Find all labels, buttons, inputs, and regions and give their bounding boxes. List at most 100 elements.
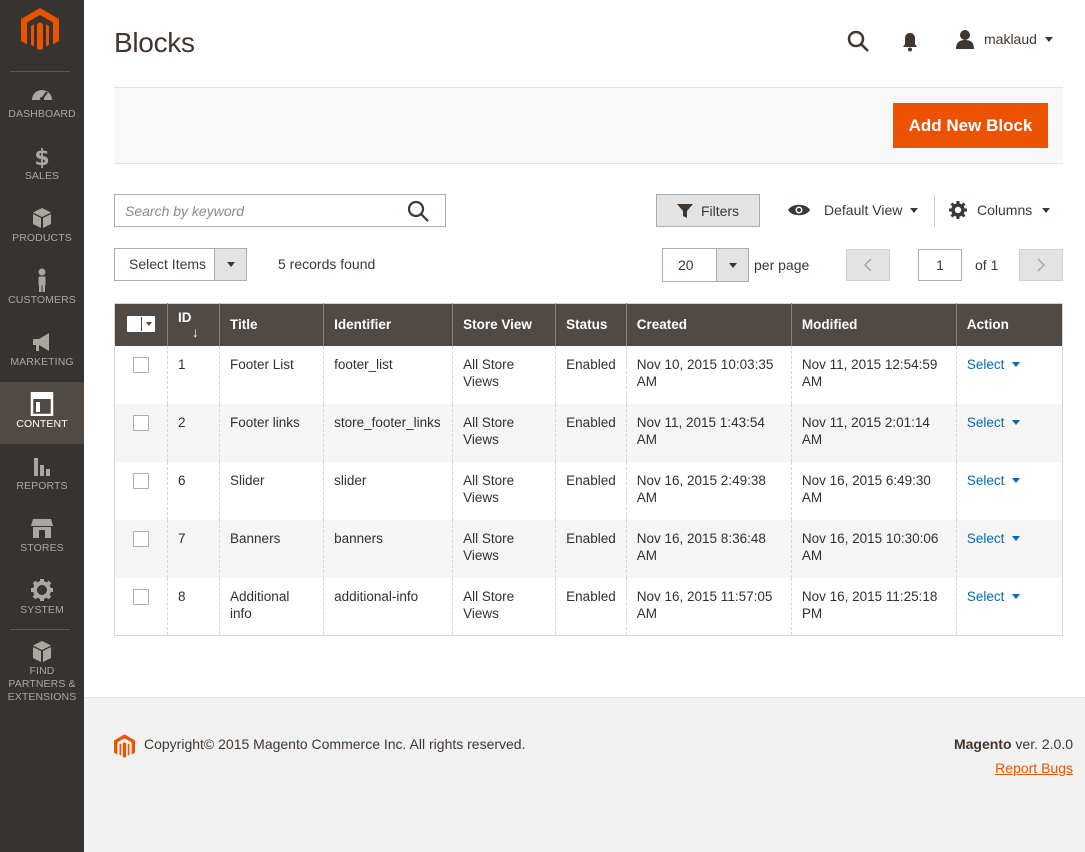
sidebar-item-reports[interactable]: REPORTS xyxy=(0,454,84,516)
per-page-label: per page xyxy=(754,257,810,273)
row-action-select[interactable]: Select xyxy=(967,472,1021,489)
sidebar-item-label: REPORTS xyxy=(16,480,68,492)
view-label: Default View xyxy=(824,202,903,218)
cell-title: Footer links xyxy=(219,403,324,462)
search-icon[interactable] xyxy=(407,200,429,222)
row-checkbox[interactable] xyxy=(133,414,149,431)
row-checkbox[interactable] xyxy=(133,472,149,489)
column-header-title[interactable]: Title xyxy=(219,303,324,346)
dropdown-toggle[interactable] xyxy=(716,249,748,281)
sidebar-item-content[interactable]: CONTENT xyxy=(0,382,84,444)
layout-icon xyxy=(30,392,54,416)
sidebar-item-products[interactable]: PRODUCTS xyxy=(0,206,84,268)
column-header-created[interactable]: Created xyxy=(625,303,792,346)
column-header-store-view[interactable]: Store View xyxy=(452,303,556,346)
table-row[interactable]: 8 Additional info additional-info All St… xyxy=(114,577,1063,636)
next-page-button[interactable] xyxy=(1019,249,1063,281)
extensions-icon xyxy=(33,641,51,662)
select-all-checkbox[interactable] xyxy=(127,315,155,332)
column-header-action: Action xyxy=(955,303,1063,346)
row-select-cell xyxy=(114,577,168,636)
sidebar-item-sales[interactable]: $ SALES xyxy=(0,144,84,206)
cell-id: 7 xyxy=(167,519,220,578)
action-label: Select xyxy=(966,588,1005,604)
row-action-select[interactable]: Select xyxy=(967,588,1021,605)
cell-created: Nov 16, 2015 8:36:48 AM xyxy=(625,519,792,578)
bell-icon[interactable] xyxy=(900,30,920,52)
cell-status: Enabled xyxy=(555,577,627,636)
view-switcher[interactable]: Default View xyxy=(787,198,919,222)
column-label: Identifier xyxy=(334,317,392,333)
sidebar-item-label: FIND PARTNERS & EXTENSIONS xyxy=(7,665,77,703)
cell-action: Select xyxy=(955,577,1063,636)
cell-modified: Nov 11, 2015 2:01:14 AM xyxy=(790,403,957,462)
column-header-identifier[interactable]: Identifier xyxy=(323,303,453,346)
sidebar-item-dashboard[interactable]: DASHBOARD xyxy=(0,82,84,144)
row-checkbox[interactable] xyxy=(133,588,149,605)
svg-text:$: $ xyxy=(34,146,49,168)
cell-modified: Nov 16, 2015 10:30:06 AM xyxy=(790,519,957,578)
chevron-left-icon xyxy=(863,258,872,272)
chevron-down-icon xyxy=(226,262,235,267)
column-label: Title xyxy=(230,317,258,333)
action-label: Select xyxy=(966,356,1005,372)
magento-logo xyxy=(114,734,135,758)
column-label: Modified xyxy=(801,317,858,333)
add-new-block-button[interactable]: Add New Block xyxy=(893,103,1048,148)
sidebar-item-label: STORES xyxy=(20,542,64,554)
row-action-select[interactable]: Select xyxy=(967,530,1021,547)
cell-status: Enabled xyxy=(555,345,627,404)
dashboard-icon xyxy=(32,90,52,101)
column-header-id[interactable]: ID↓ xyxy=(167,303,220,346)
user-icon xyxy=(956,30,974,49)
row-select-cell xyxy=(114,519,168,578)
table-row[interactable]: 2 Footer links store_footer_links All St… xyxy=(114,403,1063,462)
row-select-cell xyxy=(114,345,168,404)
cell-modified: Nov 16, 2015 6:49:30 AM xyxy=(790,461,957,520)
sidebar-item-system[interactable]: SYSTEM xyxy=(0,578,84,640)
sidebar-item-stores[interactable]: STORES xyxy=(0,516,84,578)
row-action-select[interactable]: Select xyxy=(967,356,1021,373)
cell-identifier: store_footer_links xyxy=(323,403,453,462)
table-row[interactable]: 6 Slider slider All Store Views Enabled … xyxy=(114,461,1063,520)
action-label: Select xyxy=(966,530,1005,546)
cell-action: Select xyxy=(955,519,1063,578)
filters-button[interactable]: Filters xyxy=(656,194,760,227)
column-label: Status xyxy=(566,317,608,333)
row-checkbox[interactable] xyxy=(133,356,149,373)
cell-title: Footer List xyxy=(219,345,324,404)
mass-actions-select[interactable]: Select Items xyxy=(114,248,247,281)
chevron-down-icon xyxy=(1012,535,1021,541)
select-all-column xyxy=(114,303,168,346)
column-header-modified[interactable]: Modified xyxy=(790,303,957,346)
row-action-select[interactable]: Select xyxy=(967,414,1021,431)
previous-page-button[interactable] xyxy=(846,249,890,281)
gear-icon xyxy=(31,579,53,601)
page-total: of 1 xyxy=(975,257,999,273)
report-bugs-link[interactable]: Report Bugs xyxy=(995,760,1073,776)
sidebar-item-customers[interactable]: CUSTOMERS xyxy=(0,268,84,330)
per-page-select[interactable]: 20 xyxy=(662,248,749,282)
sidebar-item-partners[interactable]: FIND PARTNERS & EXTENSIONS xyxy=(0,640,84,703)
table-row[interactable]: 7 Banners banners All Store Views Enable… xyxy=(114,519,1063,578)
action-label: Select xyxy=(966,414,1005,430)
sidebar-item-label: SALES xyxy=(24,170,60,182)
sidebar-item-label: SYSTEM xyxy=(20,604,64,616)
chevron-down-icon xyxy=(910,207,919,213)
table-row[interactable]: 1 Footer List footer_list All Store View… xyxy=(114,345,1063,404)
chevron-down-icon xyxy=(1012,593,1021,599)
current-page-input[interactable] xyxy=(918,249,962,281)
cell-created: Nov 16, 2015 2:49:38 AM xyxy=(625,461,792,520)
column-header-status[interactable]: Status xyxy=(555,303,627,346)
user-menu[interactable]: maklaud xyxy=(954,28,1053,50)
sidebar-divider xyxy=(10,629,70,630)
search-input[interactable] xyxy=(115,195,395,226)
dropdown-toggle[interactable] xyxy=(214,249,246,280)
cell-store-view: All Store Views xyxy=(452,345,556,404)
magento-logo[interactable] xyxy=(21,8,59,50)
row-checkbox[interactable] xyxy=(133,530,149,547)
sidebar-item-label: CONTENT xyxy=(16,418,68,430)
columns-control[interactable]: Columns xyxy=(948,198,1051,222)
search-icon[interactable] xyxy=(846,29,870,53)
columns-label: Columns xyxy=(977,202,1033,218)
